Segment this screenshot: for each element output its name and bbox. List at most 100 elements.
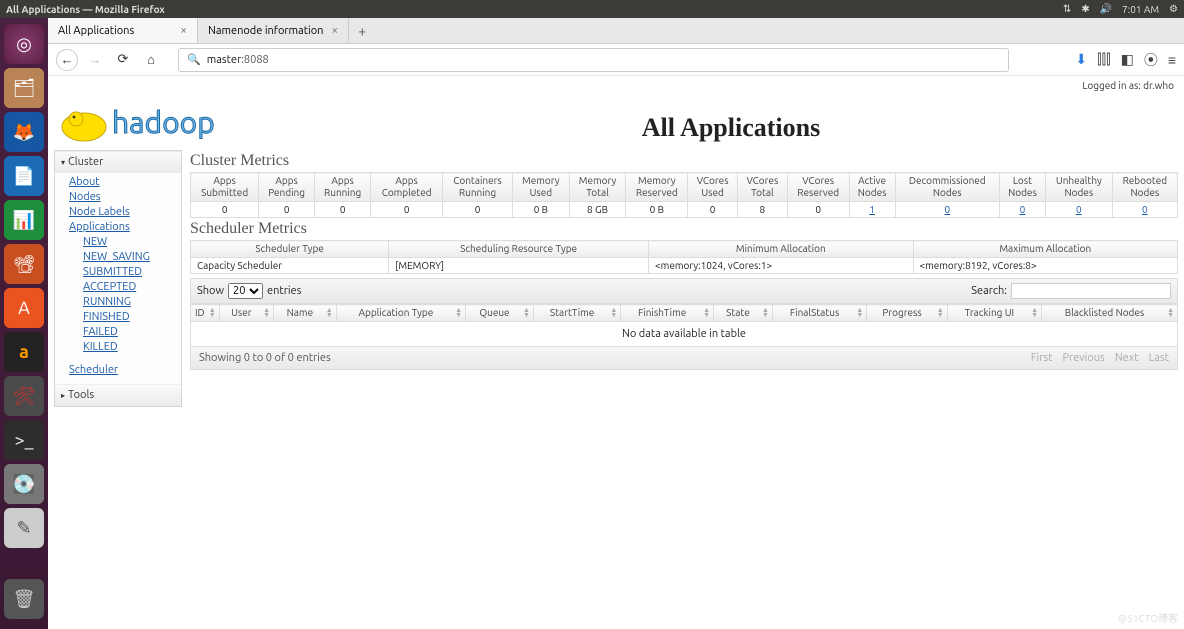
disk-icon[interactable]: 💽 [4,464,44,504]
home-button[interactable]: ⌂ [140,49,162,71]
metric-value: 1 [849,202,895,218]
metric-value: 0 [314,202,370,218]
settings-icon[interactable]: 🛠 [4,376,44,416]
column-header[interactable]: FinishTime▲▼ [621,305,714,322]
column-header: VCoresTotal [738,173,788,202]
metric-value: 0 [442,202,512,218]
sidebar-sublink[interactable]: FAILED [83,325,181,340]
column-header[interactable]: Progress▲▼ [867,305,947,322]
metric-link[interactable]: 0 [1076,204,1082,215]
metric-value: 0 [787,202,849,218]
column-header: Minimum Allocation [649,241,913,258]
files-icon[interactable]: 🗂 [4,68,44,108]
sort-icon: ▲▼ [326,308,333,318]
indicators: ⇅ ✱ 🔊 7:01 AM ⚙ [1063,3,1178,15]
svg-text:hadoop: hadoop [112,105,215,139]
metric-link[interactable]: 0 [1142,204,1148,215]
library-icon[interactable]: ⫿⫿⫿ [1097,51,1110,68]
column-header[interactable]: Queue▲▼ [466,305,534,322]
pager-button[interactable]: Previous [1062,352,1104,364]
column-header[interactable]: Application Type▲▼ [336,305,465,322]
metric-link[interactable]: 0 [1020,204,1026,215]
column-header: VCoresReserved [787,173,849,202]
page-size-select[interactable]: 20 [228,283,263,299]
pager-info: Showing 0 to 0 of 0 entries [199,352,331,364]
sort-icon: ▲▼ [1167,308,1174,318]
search-input[interactable] [1011,283,1171,299]
sidebar-sublink[interactable]: RUNNING [83,295,181,310]
sidebar-scheduler[interactable]: Scheduler [69,363,181,378]
terminal-icon[interactable]: >_ [4,420,44,460]
show-label: Show [197,285,224,297]
column-header[interactable]: ID▲▼ [191,305,220,322]
metric-value: 0 [259,202,315,218]
sidebar-cluster[interactable]: ▾Cluster [55,151,181,173]
metric-link[interactable]: 1 [869,204,875,215]
sidebar-sublink[interactable]: NEW_SAVING [83,250,181,265]
window-title: All Applications — Mozilla Firefox [6,4,1063,15]
sidebar-sublink[interactable]: KILLED [83,340,181,355]
impress-icon[interactable]: 📽 [4,244,44,284]
browser-tab[interactable]: All Applications × [48,18,198,43]
sidebar-tools[interactable]: ▸Tools [55,384,181,406]
sidebar-sublink[interactable]: FINISHED [83,310,181,325]
software-icon[interactable]: A [4,288,44,328]
reload-button[interactable]: ⟳ [112,49,134,71]
sidebar-link[interactable]: Node Labels [69,205,181,220]
url-bar[interactable]: 🔍 master:8088 [178,48,1009,72]
firefox-icon[interactable]: 🦊 [4,112,44,152]
sidebar-sublink[interactable]: ACCEPTED [83,280,181,295]
trash-icon[interactable]: 🗑 [4,579,44,619]
close-icon[interactable]: × [180,24,187,37]
menu-icon[interactable]: ≡ [1168,52,1176,68]
texteditor-icon[interactable]: ✎ [4,508,44,548]
column-header[interactable]: User▲▼ [219,305,273,322]
close-icon[interactable]: × [331,24,338,37]
column-header: AppsRunning [314,173,370,202]
pager-button[interactable]: Next [1115,352,1139,364]
column-header[interactable]: Name▲▼ [274,305,337,322]
sound-icon[interactable]: 🔊 [1100,3,1112,15]
back-button[interactable]: ← [56,49,78,71]
gear-icon[interactable]: ⚙ [1169,3,1178,15]
metric-value: 0 [1112,202,1177,218]
pager-button[interactable]: Last [1149,352,1169,364]
sidebar-link[interactable]: About [69,175,181,190]
account-icon[interactable]: ⦿ [1144,50,1158,70]
sidebar-sublink[interactable]: SUBMITTED [83,265,181,280]
column-header[interactable]: Blacklisted Nodes▲▼ [1042,305,1178,322]
dash-icon[interactable]: ◎ [4,24,44,64]
network-icon[interactable]: ⇅ [1063,3,1071,15]
metric-value: <memory:1024, vCores:1> [649,258,913,274]
sort-icon: ▲▼ [937,308,944,318]
column-header: DecommissionedNodes [895,173,999,202]
sidebar-link[interactable]: Applications [69,220,181,235]
pager-button[interactable]: First [1031,352,1053,364]
amazon-icon[interactable]: a [4,332,44,372]
calc-icon[interactable]: 📊 [4,200,44,240]
hadoop-logo[interactable]: hadoop [48,91,278,150]
column-header[interactable]: Tracking UI▲▼ [947,305,1041,322]
sort-icon: ▲▼ [762,308,769,318]
new-tab-button[interactable]: + [349,18,375,43]
forward-button[interactable]: → [84,49,106,71]
sidebar-icon[interactable]: ◧ [1121,51,1134,68]
bluetooth-icon[interactable]: ✱ [1081,3,1089,15]
metric-value: 0 [191,202,259,218]
metric-value: 8 [738,202,788,218]
cluster-metrics-table: AppsSubmittedAppsPendingAppsRunningAppsC… [190,172,1178,218]
tab-label: All Applications [58,25,134,37]
column-header: AppsSubmitted [191,173,259,202]
sidebar-link[interactable]: Nodes [69,190,181,205]
column-header: AppsCompleted [371,173,443,202]
metric-link[interactable]: 0 [944,204,950,215]
column-header[interactable]: State▲▼ [714,305,773,322]
clock[interactable]: 7:01 AM [1122,4,1159,15]
column-header[interactable]: FinalStatus▲▼ [772,305,866,322]
writer-icon[interactable]: 📄 [4,156,44,196]
sidebar-sublink[interactable]: NEW [83,235,181,250]
metric-value: 0 [1045,202,1112,218]
browser-tab[interactable]: Namenode information× [198,18,349,43]
column-header[interactable]: StartTime▲▼ [533,305,620,322]
download-icon[interactable]: ⬇ [1075,51,1087,68]
